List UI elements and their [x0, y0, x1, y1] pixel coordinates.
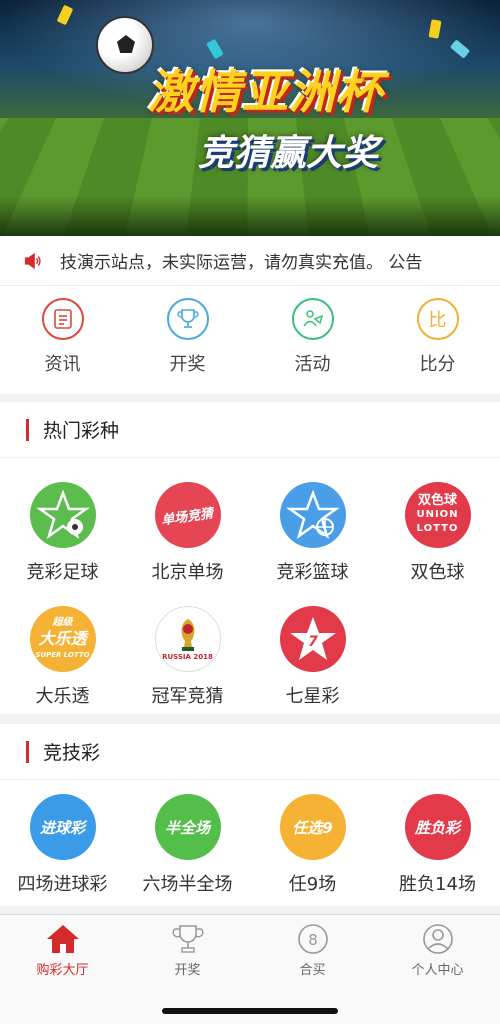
- lottery-label: 六场半全场: [142, 874, 233, 895]
- quicknav-score[interactable]: 比 比分: [375, 286, 500, 394]
- lottery-label: 冠军竞猜: [151, 686, 224, 707]
- lottery-item-basketball[interactable]: 竞彩篮球: [250, 482, 375, 584]
- tab-lobby[interactable]: 购彩大厅: [0, 915, 125, 1024]
- section-header: 热门彩种: [0, 402, 500, 458]
- basketball-lottery-icon: [279, 482, 346, 548]
- double-color-ball-icon: 双色球 UNION LOTTO: [404, 482, 471, 548]
- tab-label: 个人中心: [411, 963, 464, 978]
- lottery-label: 大乐透: [35, 686, 90, 707]
- promo-banner[interactable]: 激情亚洲杯 竞猜赢大奖: [0, 0, 500, 236]
- icon-badge-text: 单场竞猜: [160, 505, 215, 529]
- speaker-icon: [24, 252, 41, 269]
- win-lose-icon: 胜负彩: [404, 794, 471, 860]
- activity-icon: [291, 298, 334, 340]
- sports-lottery-grid: 进球彩 四场进球彩 半全场 六场半全场 任选9 任9场 胜负彩 胜负14场: [0, 780, 500, 896]
- score-icon: 比: [416, 298, 459, 340]
- lottery-item-seven-star[interactable]: 7 七星彩: [250, 606, 375, 708]
- beijing-single-icon: 单场竞猜: [154, 482, 221, 548]
- banner-subtitle: 竞猜赢大奖: [198, 133, 379, 174]
- world-cup-icon: RUSSIA 2018: [154, 606, 221, 672]
- icon-badge-text: 胜负彩: [414, 818, 460, 837]
- group-buy-icon: 8: [297, 924, 328, 954]
- icon-badge-text: 双色球: [417, 493, 457, 508]
- home-icon: [46, 925, 79, 953]
- football-lottery-icon: [29, 482, 96, 548]
- lottery-item-half-full[interactable]: 半全场 六场半全场: [125, 794, 250, 896]
- news-icon: [41, 298, 84, 340]
- section-title: 竞技彩: [43, 742, 101, 764]
- notice-text: 技演示站点，未实际运营，请勿真实充值。 公告: [60, 253, 423, 273]
- super-lotto-icon: 超级 大乐透 SUPER LOTTO: [29, 606, 96, 672]
- hot-lottery-grid: 竞彩足球 单场竞猜 北京单场 竞彩篮球 双色球 UNION LOTTO 双色球 …: [0, 458, 500, 708]
- quicknav-label: 比分: [419, 354, 456, 375]
- lottery-label: 双色球: [410, 562, 465, 583]
- lottery-label: 竞彩篮球: [276, 562, 349, 583]
- trophy-icon: [172, 925, 203, 953]
- lottery-item-super-lotto[interactable]: 超级 大乐透 SUPER LOTTO 大乐透: [0, 606, 125, 708]
- quicknav-label: 开奖: [169, 354, 206, 375]
- svg-text:7: 7: [308, 634, 318, 650]
- quicknav-activity[interactable]: 活动: [250, 286, 375, 394]
- trophy-icon: [166, 298, 209, 340]
- icon-badge-text: 大乐透: [38, 629, 87, 648]
- lottery-item-beijing[interactable]: 单场竞猜 北京单场: [125, 482, 250, 584]
- soccer-ball-icon: [96, 16, 154, 74]
- tab-label: 购彩大厅: [36, 963, 89, 978]
- quicknav-label: 资讯: [44, 354, 81, 375]
- section-accent-bar: [26, 418, 29, 441]
- lottery-label: 竞彩足球: [26, 562, 99, 583]
- section-title: 热门彩种: [43, 420, 120, 442]
- lottery-label: 七星彩: [285, 686, 340, 707]
- lottery-label: 北京单场: [151, 562, 224, 583]
- section-accent-bar: [26, 740, 29, 763]
- notice-bar[interactable]: 技演示站点，未实际运营，请勿真实充值。 公告: [0, 236, 500, 286]
- home-indicator: [162, 1008, 338, 1014]
- section-header: 竞技彩: [0, 724, 500, 780]
- lottery-item-football[interactable]: 竞彩足球: [0, 482, 125, 584]
- lottery-item-double-color[interactable]: 双色球 UNION LOTTO 双色球: [375, 482, 500, 584]
- lottery-item-win-lose[interactable]: 胜负彩 胜负14场: [375, 794, 500, 896]
- profile-icon: [422, 924, 453, 954]
- seven-star-icon: 7: [279, 606, 346, 672]
- goal-lottery-icon: 进球彩: [29, 794, 96, 860]
- tab-profile[interactable]: 个人中心: [375, 915, 500, 1024]
- sports-lottery-section: 竞技彩 进球彩 四场进球彩 半全场 六场半全场 任选9 任9场 胜负彩 胜负14…: [0, 724, 500, 906]
- quicknav-label: 活动: [294, 354, 331, 375]
- tab-label: 开奖: [174, 963, 201, 978]
- half-full-icon: 半全场: [154, 794, 221, 860]
- lottery-item-any-nine[interactable]: 任选9 任9场: [250, 794, 375, 896]
- quicknav-news[interactable]: 资讯: [0, 286, 125, 394]
- icon-badge-text: 半全场: [164, 818, 210, 837]
- banner-title: 激情亚洲杯: [148, 65, 383, 119]
- lottery-label: 四场进球彩: [17, 874, 108, 895]
- icon-badge-text: RUSSIA 2018: [162, 653, 213, 661]
- svg-text:8: 8: [308, 931, 318, 949]
- lottery-label: 任9场: [288, 874, 337, 895]
- icon-badge-text: 任选9: [292, 818, 333, 837]
- tab-label: 合买: [299, 963, 326, 978]
- quick-nav: 资讯 开奖 活动 比 比分: [0, 286, 500, 394]
- hot-lottery-section: 热门彩种 竞彩足球 单场竞猜 北京单场 竞彩篮球 双色球 UNION LOTTO: [0, 402, 500, 714]
- any-nine-icon: 任选9: [279, 794, 346, 860]
- lottery-item-champion[interactable]: RUSSIA 2018 冠军竞猜: [125, 606, 250, 708]
- quicknav-draw[interactable]: 开奖: [125, 286, 250, 394]
- lottery-item-goal[interactable]: 进球彩 四场进球彩: [0, 794, 125, 896]
- icon-badge-text: 进球彩: [39, 818, 85, 837]
- grass-shadow: [0, 196, 500, 236]
- lottery-label: 胜负14场: [399, 874, 476, 895]
